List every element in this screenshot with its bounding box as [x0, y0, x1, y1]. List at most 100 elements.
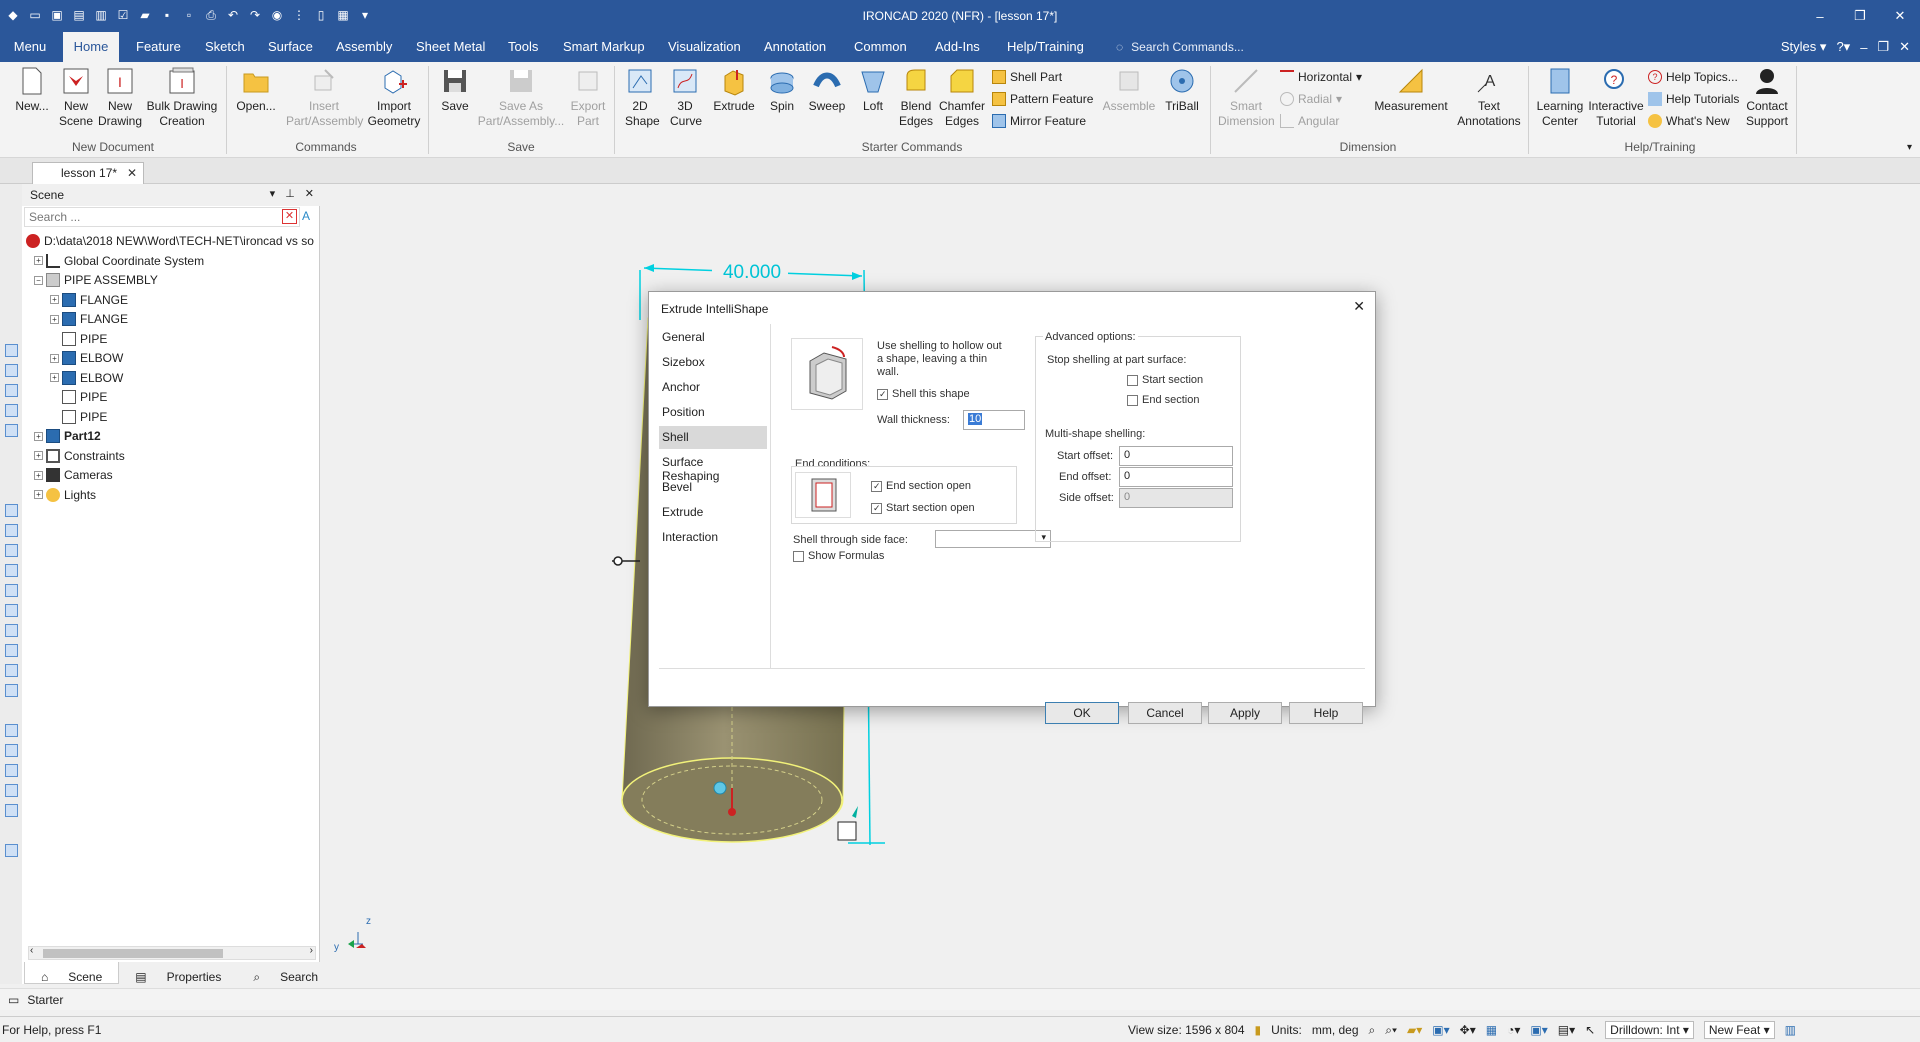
folder-icon[interactable]: ▰▾: [1407, 1023, 1422, 1037]
new-feature-select[interactable]: New Feat ▾: [1703, 1021, 1775, 1039]
tab-menu[interactable]: Menu: [8, 32, 52, 62]
close-panel-icon[interactable]: ✕: [305, 187, 314, 200]
document-tab[interactable]: lesson 17* ✕: [32, 162, 144, 184]
tree-node[interactable]: D:\data\2018 NEW\Word\TECH-NET\ironcad v…: [26, 232, 314, 250]
zoom-icon[interactable]: ⌕: [1369, 1023, 1376, 1038]
tool-icon[interactable]: [5, 424, 18, 437]
pin-icon[interactable]: ⊥: [285, 187, 295, 200]
layout-icon[interactable]: ▦: [334, 6, 352, 24]
pointer-icon[interactable]: ↖: [1585, 1023, 1595, 1037]
help-topics-button[interactable]: ? Help Topics...: [1648, 70, 1738, 84]
shell-this-shape-checkbox[interactable]: Shell this shape: [877, 388, 970, 400]
nav-extrude[interactable]: Extrude: [659, 501, 767, 524]
scrollbar-thumb[interactable]: [43, 949, 223, 958]
tree-node[interactable]: PIPE: [50, 330, 107, 348]
panel-dropdown-icon[interactable]: ▾: [270, 187, 276, 200]
nav-position[interactable]: Position: [659, 401, 767, 424]
tree-node[interactable]: + Global Coordinate System: [34, 252, 204, 270]
side-offset-input[interactable]: 0: [1119, 488, 1233, 508]
tab-annotation[interactable]: Annotation: [764, 32, 826, 62]
whats-new-button[interactable]: What's New: [1648, 114, 1730, 128]
loft-button[interactable]: Loft: [856, 66, 890, 114]
box-icon[interactable]: ▣▾: [1432, 1023, 1449, 1037]
sweep-button[interactable]: Sweep: [806, 66, 848, 114]
tab-surface[interactable]: Surface: [268, 32, 313, 62]
new-scene-icon[interactable]: ▣: [48, 6, 66, 24]
shading-icon[interactable]: ▣▾: [1530, 1023, 1547, 1037]
nav-interaction[interactable]: Interaction: [659, 526, 767, 549]
end-offset-input[interactable]: 0: [1119, 467, 1233, 487]
tool-icon[interactable]: [5, 724, 18, 737]
globe-icon[interactable]: ◉: [268, 6, 286, 24]
bulk-drawing-button[interactable]: I Bulk Drawing Creation: [146, 66, 218, 129]
wall-thickness-input[interactable]: 10: [963, 410, 1025, 430]
tool-icon[interactable]: [5, 404, 18, 417]
apply-button[interactable]: Apply: [1208, 702, 1282, 724]
nav-general[interactable]: General: [659, 326, 767, 349]
pattern-feature-button[interactable]: Pattern Feature: [992, 92, 1093, 106]
zoom-fit-icon[interactable]: ⌕▾: [1385, 1023, 1397, 1038]
tab-visualization[interactable]: Visualization: [668, 32, 741, 62]
tool-icon[interactable]: [5, 744, 18, 757]
tool-icon[interactable]: [5, 764, 18, 777]
tab-properties[interactable]: ▤ Properties: [119, 962, 237, 984]
nav-bevel[interactable]: Bevel: [659, 476, 767, 499]
3d-curve-button[interactable]: 3D Curve: [666, 66, 704, 129]
assemble-button[interactable]: Assemble: [1102, 66, 1156, 114]
close-tab-icon[interactable]: ✕: [127, 166, 137, 180]
tab-feature[interactable]: Feature: [136, 32, 181, 62]
customize-qat-icon[interactable]: ▾: [356, 6, 374, 24]
mirror-feature-button[interactable]: Mirror Feature: [992, 114, 1086, 128]
tab-scene[interactable]: ⌂ Scene: [24, 962, 120, 984]
radial-dimension-button[interactable]: Radial ▾: [1280, 92, 1342, 106]
ribbon-restore-icon[interactable]: ❐: [1877, 39, 1889, 55]
tool-icon[interactable]: [5, 804, 18, 817]
start-section-checkbox[interactable]: Start section: [1127, 374, 1203, 386]
smart-dimension-button[interactable]: Smart Dimension: [1218, 66, 1275, 129]
help-button[interactable]: Help: [1289, 702, 1363, 724]
dialog-titlebar[interactable]: Extrude IntelliShape ✕: [649, 292, 1375, 322]
tree-node[interactable]: + FLANGE: [50, 291, 128, 309]
triball-button[interactable]: TriBall: [1162, 66, 1202, 114]
horizontal-dimension-button[interactable]: Horizontal ▾: [1280, 70, 1362, 84]
tree-node[interactable]: + Part12: [34, 427, 101, 445]
2d-shape-button[interactable]: 2D Shape: [622, 66, 660, 129]
nav-sizebox[interactable]: Sizebox: [659, 351, 767, 374]
shell-part-button[interactable]: Shell Part: [992, 70, 1062, 84]
tool-icon[interactable]: [5, 664, 18, 677]
import-geometry-button[interactable]: Import Geometry: [366, 66, 422, 129]
doc-icon[interactable]: ▯: [312, 6, 330, 24]
measurement-button[interactable]: Measurement: [1372, 66, 1450, 114]
styles-menu[interactable]: Styles ▾: [1781, 39, 1827, 55]
tool-icon[interactable]: [5, 564, 18, 577]
tree-node[interactable]: + Constraints: [34, 447, 125, 465]
tree-node[interactable]: + Cameras: [34, 466, 113, 484]
new-button[interactable]: New...: [10, 66, 54, 114]
tree-node[interactable]: PIPE: [50, 388, 107, 406]
new-scene-button[interactable]: New Scene: [56, 66, 96, 129]
ribbon-collapse-icon[interactable]: ▾: [1907, 142, 1912, 153]
minimize-button[interactable]: –: [1800, 0, 1840, 32]
save-as-icon[interactable]: ▫: [180, 6, 198, 24]
save-button[interactable]: Save: [438, 66, 472, 114]
tool-icon[interactable]: [5, 544, 18, 557]
tool-icon[interactable]: [5, 604, 18, 617]
tree-node[interactable]: PIPE: [50, 408, 107, 426]
new-drawing-icon[interactable]: ▤: [70, 6, 88, 24]
tab-add-ins[interactable]: Add-Ins: [935, 32, 980, 62]
tool-icon[interactable]: [5, 504, 18, 517]
text-annotations-button[interactable]: A Text Annotations: [1452, 66, 1526, 129]
drag-handle[interactable]: [613, 556, 623, 566]
tab-home[interactable]: Home: [63, 32, 119, 62]
tab-common[interactable]: Common: [854, 32, 907, 62]
angular-dimension-button[interactable]: Angular: [1280, 114, 1339, 128]
open-button[interactable]: Open...: [236, 66, 276, 114]
open-icon[interactable]: ▰: [136, 6, 154, 24]
learning-center-button[interactable]: Learning Center: [1534, 66, 1586, 129]
status-end-icon[interactable]: ▥: [1785, 1023, 1796, 1037]
undo-icon[interactable]: ↶: [224, 6, 242, 24]
tool-icon[interactable]: [5, 364, 18, 377]
dialog-close-icon[interactable]: ✕: [1353, 298, 1365, 315]
cancel-button[interactable]: Cancel: [1128, 702, 1202, 724]
extrude-button[interactable]: Extrude: [710, 66, 758, 114]
